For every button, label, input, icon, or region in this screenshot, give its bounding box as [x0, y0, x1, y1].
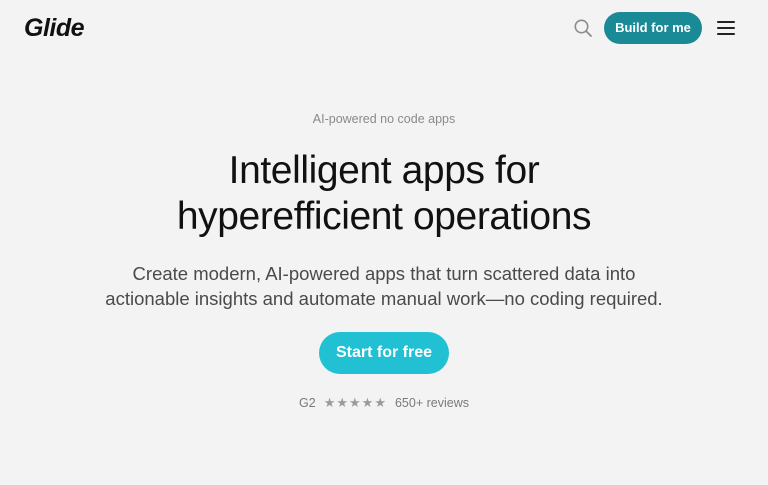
review-count: 650+ reviews [394, 396, 469, 410]
hero-headline: Intelligent apps for hyperefficient oper… [0, 148, 768, 240]
g2-label: G2 [299, 396, 316, 410]
start-for-free-button[interactable]: Start for free [319, 332, 449, 374]
hero-headline-line2: hyperefficient operations [176, 195, 592, 238]
menu-button[interactable] [716, 19, 736, 37]
build-for-me-button[interactable]: Build for me [604, 12, 702, 44]
g2-rating: G2 ★★★★★ 650+ reviews [0, 395, 768, 412]
search-icon [574, 19, 592, 37]
hero-headline-line1: Intelligent apps for [228, 149, 540, 192]
search-button[interactable] [572, 17, 594, 39]
hero-subhead-line1: Create modern, AI-powered apps that turn… [132, 263, 636, 284]
glide-logo[interactable]: Glide [24, 13, 85, 43]
site-header: Glide Build for me [0, 0, 768, 56]
star-rating-icon: ★★★★★ [323, 396, 387, 411]
hero-subhead: Create modern, AI-powered apps that turn… [0, 261, 768, 311]
hero-eyebrow: AI-powered no code apps [312, 112, 456, 126]
hero-subhead-line2: actionable insights and automate manual … [105, 288, 663, 309]
